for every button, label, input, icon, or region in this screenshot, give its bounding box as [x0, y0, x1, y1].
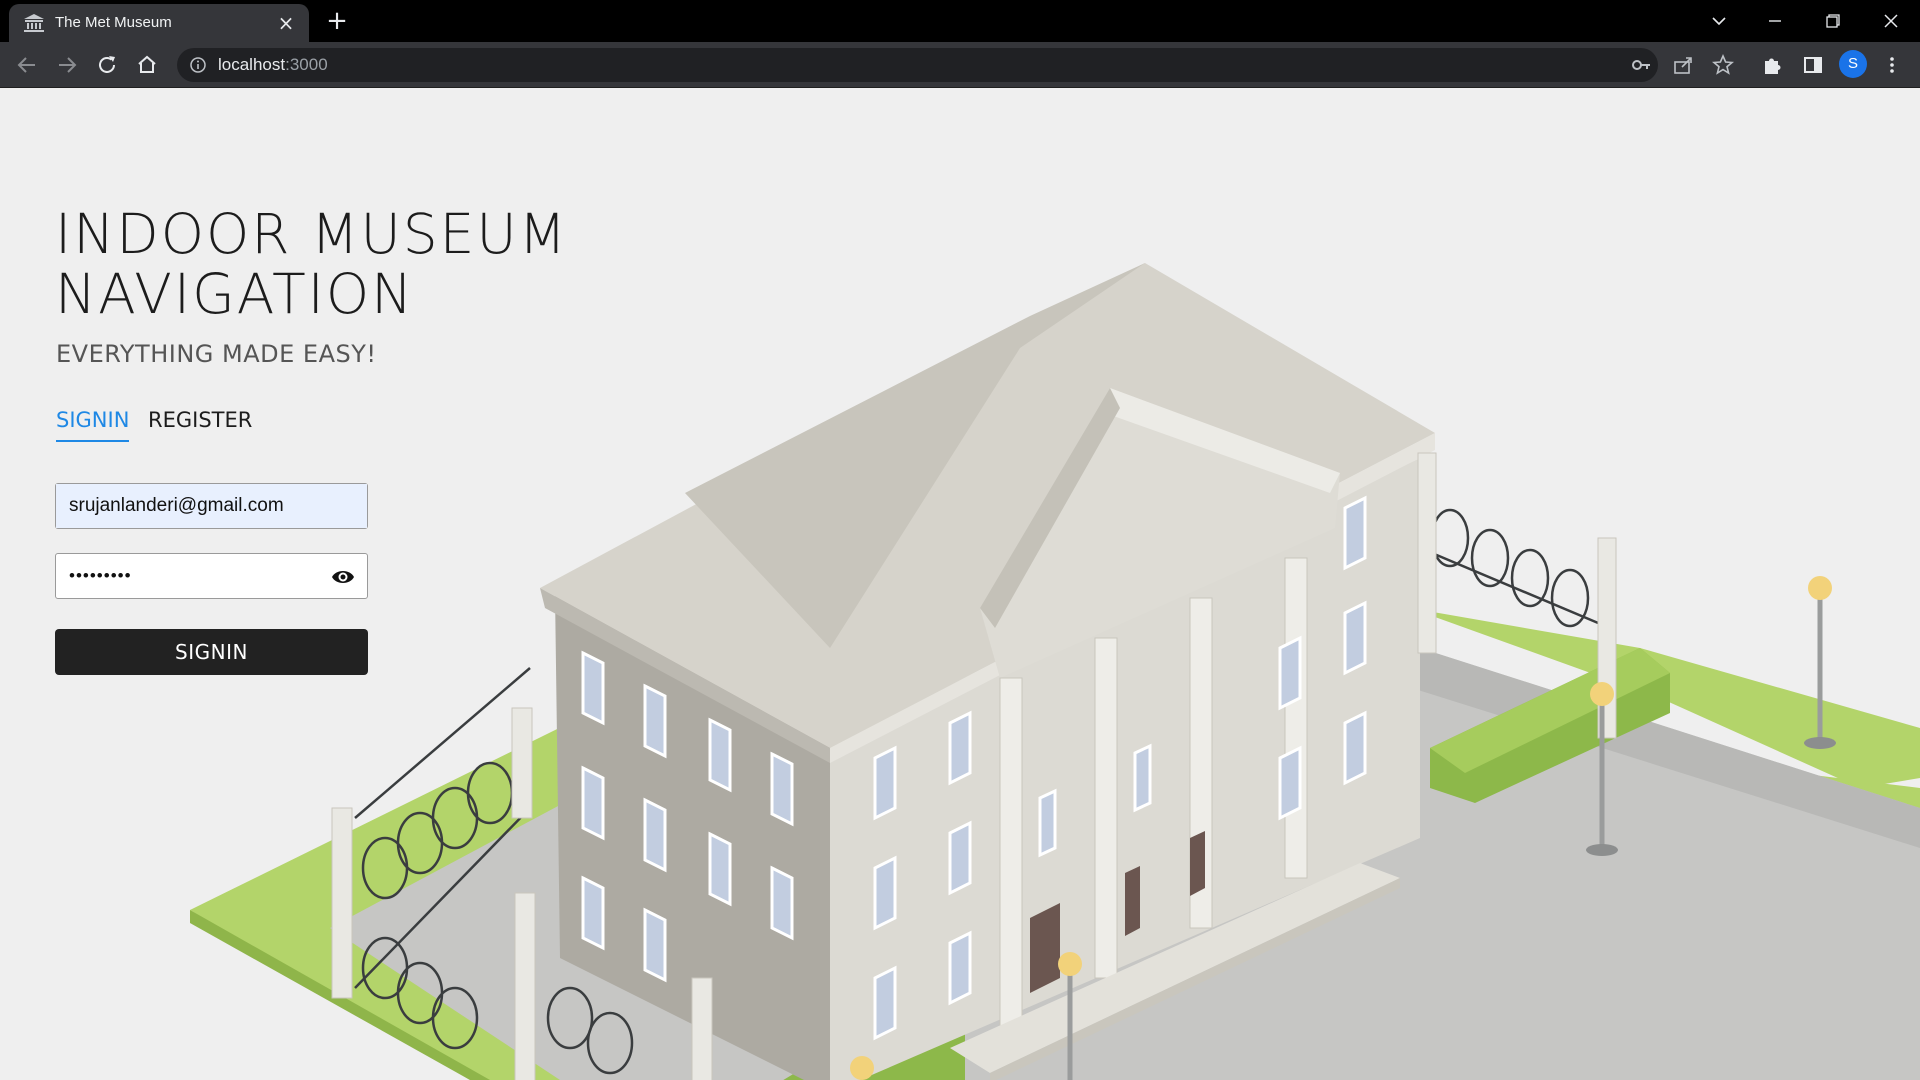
password-field-container	[55, 553, 368, 599]
signin-button[interactable]: SIGNIN	[55, 629, 368, 675]
new-tab-button[interactable]: +	[323, 8, 351, 36]
museum-icon	[24, 14, 44, 32]
login-page: INDOOR MUSEUM NAVIGATION EVERYTHING MADE…	[0, 88, 1920, 1080]
show-password-eye-icon[interactable]	[331, 566, 355, 588]
tab-register[interactable]: REGISTER	[148, 408, 252, 440]
email-field-container	[55, 483, 368, 529]
close-tab-icon[interactable]: ×	[275, 12, 297, 34]
minimize-icon[interactable]	[1752, 6, 1798, 36]
page-subtitle: EVERYTHING MADE EASY!	[56, 340, 377, 368]
home-icon[interactable]	[133, 51, 161, 79]
browser-tab-strip: The Met Museum × +	[0, 0, 1920, 42]
page-title: INDOOR MUSEUM NAVIGATION	[55, 202, 569, 326]
key-icon[interactable]	[1630, 54, 1652, 76]
restore-icon[interactable]	[1810, 6, 1856, 36]
extensions-puzzle-icon[interactable]	[1758, 51, 1786, 79]
reload-icon[interactable]	[93, 51, 121, 79]
close-window-icon[interactable]	[1868, 6, 1914, 36]
share-icon[interactable]	[1669, 51, 1697, 79]
url-host: localhost	[218, 55, 286, 74]
back-arrow-icon[interactable]	[13, 51, 41, 79]
url-text[interactable]: localhost:3000	[218, 55, 328, 75]
password-input[interactable]	[56, 554, 367, 598]
site-info-icon[interactable]	[189, 56, 207, 74]
tab-search-icon[interactable]	[1696, 6, 1742, 36]
url-port: :3000	[285, 55, 328, 74]
tab-signin[interactable]: SIGNIN	[56, 408, 130, 442]
browser-tab-active[interactable]: The Met Museum ×	[9, 4, 309, 42]
email-input[interactable]	[56, 484, 367, 528]
kebab-menu-icon[interactable]	[1878, 51, 1906, 79]
profile-avatar[interactable]: S	[1839, 50, 1867, 78]
browser-toolbar: localhost:3000 S	[0, 42, 1920, 88]
forward-arrow-icon[interactable]	[53, 51, 81, 79]
side-panel-icon[interactable]	[1799, 51, 1827, 79]
tab-title: The Met Museum	[55, 14, 172, 31]
bookmark-star-icon[interactable]	[1709, 51, 1737, 79]
address-bar[interactable]: localhost:3000	[177, 48, 1658, 82]
